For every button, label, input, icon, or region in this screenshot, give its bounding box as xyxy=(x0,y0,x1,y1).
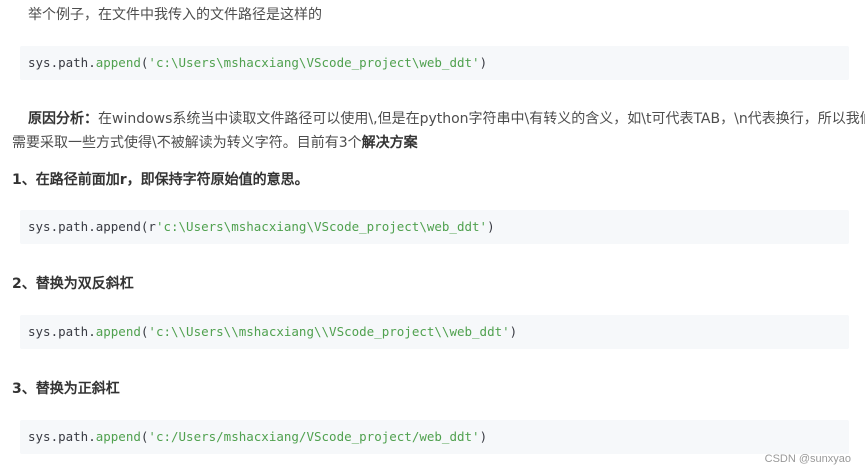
code-string: 'c:\\Users\\mshacxiang\\VScode_project\\… xyxy=(148,324,510,339)
code-string: 'c:/Users/mshacxiang/VScode_project/web_… xyxy=(148,429,480,444)
section-2-title: 2、替换为双反斜杠 xyxy=(12,276,134,292)
code-paren-close: ) xyxy=(487,219,495,234)
analysis-line-2: 需要采取一些方式使得\不被解读为转义字符。目前有3个解决方案 xyxy=(12,132,418,154)
code-paren-close: ) xyxy=(479,55,488,70)
code-block-double-backslash: sys.path.append('c:\\Users\\mshacxiang\\… xyxy=(20,315,849,349)
code-function: append xyxy=(95,55,141,70)
code-prefix: sys.path. xyxy=(28,324,96,339)
code-prefix: sys.path. xyxy=(28,55,96,70)
section-1-title: 1、在路径前面加r，即保持字符原始值的意思。 xyxy=(12,172,309,188)
code-string: 'c:\Users\mshacxiang\VScode_project\web_… xyxy=(155,219,488,234)
code-function: append xyxy=(95,429,141,444)
code-prefix: sys.path.append(r xyxy=(28,219,156,234)
analysis-label: 原因分析： xyxy=(28,111,98,127)
code-paren-close: ) xyxy=(479,429,488,444)
csdn-watermark: CSDN @sunxyao xyxy=(764,453,851,465)
code-paren-close: ) xyxy=(509,324,518,339)
analysis-text-2: 需要采取一些方式使得\不被解读为转义字符。目前有3个 xyxy=(12,135,362,151)
code-block-original-path: sys.path.append('c:\Users\mshacxiang\VSc… xyxy=(20,46,849,80)
analysis-text-1: 在windows系统当中读取文件路径可以使用\,但是在python字符串中\有转… xyxy=(98,111,865,127)
code-block-raw-string: sys.path.append(r'c:\Users\mshacxiang\VS… xyxy=(20,210,849,244)
analysis-line-1: 原因分析：在windows系统当中读取文件路径可以使用\,但是在python字符… xyxy=(28,108,865,130)
code-prefix: sys.path. xyxy=(28,429,96,444)
code-block-forward-slash: sys.path.append('c:/Users/mshacxiang/VSc… xyxy=(20,420,849,454)
analysis-solutions: 解决方案 xyxy=(361,135,418,151)
section-3-title: 3、替换为正斜杠 xyxy=(12,381,120,397)
code-string: 'c:\Users\mshacxiang\VScode_project\web_… xyxy=(148,55,480,70)
code-function: append xyxy=(95,324,141,339)
intro-text: 举个例子，在文件中我传入的文件路径是这样的 xyxy=(28,7,322,23)
